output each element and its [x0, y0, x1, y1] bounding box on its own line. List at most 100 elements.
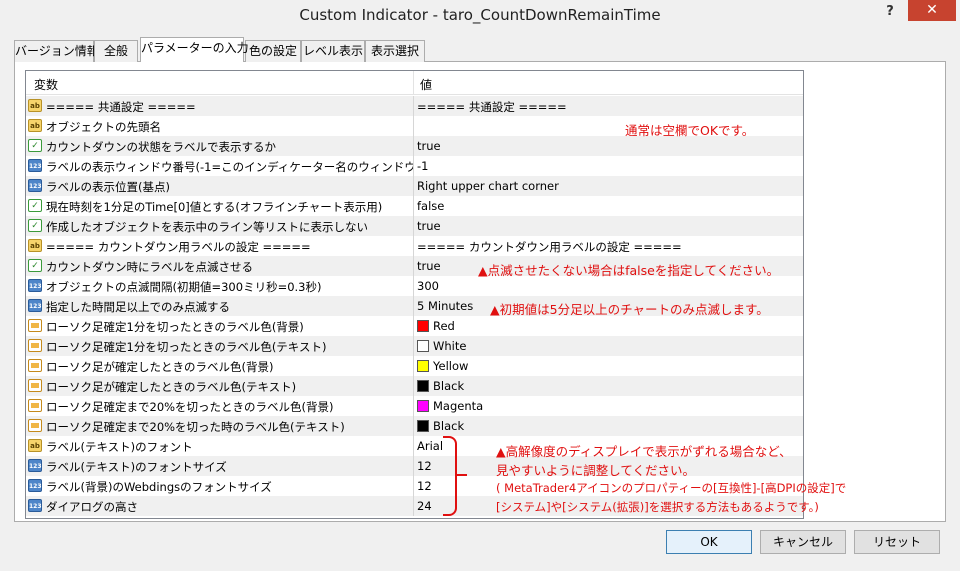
value-text[interactable]: 12	[417, 459, 432, 473]
value-text[interactable]: true	[417, 219, 441, 233]
number-type-icon: 123	[28, 479, 42, 492]
variable-cell: 123 ラベルの表示位置(基点)	[26, 176, 414, 196]
close-button[interactable]: ✕	[908, 0, 956, 21]
color-type-icon	[28, 399, 42, 412]
value-cell[interactable]: Black	[417, 416, 802, 436]
variable-label: ===== カウントダウン用ラベルの設定 =====	[46, 240, 311, 254]
value-cell[interactable]: ===== カウントダウン用ラベルの設定 =====	[417, 236, 802, 256]
value-text[interactable]: Magenta	[433, 399, 483, 413]
value-text[interactable]: Right upper chart corner	[417, 179, 559, 193]
table-row[interactable]: ローソク足確定まで20%を切った時のラベル色(テキスト) Black	[26, 416, 803, 436]
ok-button[interactable]: OK	[666, 530, 752, 554]
note-dpi-1: ▲高解像度のディスプレイで表示がずれる場合など、	[496, 444, 792, 459]
value-text[interactable]: Yellow	[433, 359, 468, 373]
table-row[interactable]: 123 オブジェクトの点滅間隔(初期値=300ミリ秒=0.3秒) 300	[26, 276, 803, 296]
note-dpi-4: [システム]や[システム(拡張)]を選択する方法もあるようです。)	[496, 500, 819, 514]
table-row[interactable]: ローソク足確定まで20%を切ったときのラベル色(背景) Magenta	[26, 396, 803, 416]
variable-label: ローソク足が確定したときのラベル色(背景)	[46, 360, 274, 374]
tab-parameters[interactable]: パラメーターの入力	[140, 37, 249, 62]
color-swatch[interactable]	[417, 380, 429, 392]
table-row[interactable]: ✓ 現在時刻を1分足のTime[0]値とする(オフラインチャート表示用) false	[26, 196, 803, 216]
table-row[interactable]: ✓ 作成したオブジェクトを表示中のライン等リストに表示しない true	[26, 216, 803, 236]
value-cell[interactable]: White	[417, 336, 802, 356]
value-text[interactable]: ===== カウントダウン用ラベルの設定 =====	[417, 239, 682, 255]
tab-levels[interactable]: レベル表示	[301, 40, 365, 62]
help-button[interactable]: ?	[876, 2, 904, 22]
title-bar: Custom Indicator - taro_CountDownRemainT…	[0, 0, 960, 32]
tab-visualization[interactable]: 表示選択	[365, 40, 425, 62]
value-cell[interactable]: true	[417, 136, 802, 156]
value-cell[interactable]: false	[417, 196, 802, 216]
color-swatch[interactable]	[417, 420, 429, 432]
window-title: Custom Indicator - taro_CountDownRemainT…	[299, 6, 661, 24]
value-cell[interactable]: ===== 共通設定 =====	[417, 96, 802, 116]
table-row[interactable]: ローソク足確定1分を切ったときのラベル色(背景) Red	[26, 316, 803, 336]
value-text[interactable]: Red	[433, 319, 455, 333]
value-cell[interactable]: 300	[417, 276, 802, 296]
table-row[interactable]: 123 ラベルの表示位置(基点) Right upper chart corner	[26, 176, 803, 196]
variable-cell: ab ===== カウントダウン用ラベルの設定 =====	[26, 236, 414, 256]
value-cell[interactable]: true	[417, 216, 802, 236]
value-text[interactable]: Arial	[417, 439, 443, 453]
color-swatch[interactable]	[417, 400, 429, 412]
color-swatch[interactable]	[417, 360, 429, 372]
variable-cell: 123 指定した時間足以上でのみ点滅する	[26, 296, 414, 316]
variable-cell: ab オブジェクトの先頭名	[26, 116, 414, 136]
value-text[interactable]: false	[417, 199, 444, 213]
number-type-icon: 123	[28, 499, 42, 512]
value-cell[interactable]: Yellow	[417, 356, 802, 376]
column-header-value[interactable]: 値	[420, 76, 432, 93]
value-text[interactable]: 300	[417, 279, 439, 293]
value-text[interactable]: ===== 共通設定 =====	[417, 99, 567, 115]
table-row[interactable]: ローソク足が確定したときのラベル色(テキスト) Black	[26, 376, 803, 396]
column-separator[interactable]	[413, 71, 414, 95]
value-cell[interactable]: Red	[417, 316, 802, 336]
table-row[interactable]: ✓ カウントダウンの状態をラベルで表示するか true	[26, 136, 803, 156]
color-type-icon	[28, 339, 42, 352]
tab-version-info[interactable]: バージョン情報	[14, 40, 99, 62]
variable-label: ラベル(テキスト)のフォントサイズ	[46, 460, 227, 474]
table-row[interactable]: 123 ラベルの表示ウィンドウ番号(-1=このインディケーター名のウィンドウ) -1	[26, 156, 803, 176]
value-cell[interactable]: Black	[417, 376, 802, 396]
value-text[interactable]: 12	[417, 479, 432, 493]
value-text[interactable]: true	[417, 139, 441, 153]
value-cell[interactable]: Magenta	[417, 396, 802, 416]
table-row[interactable]: ローソク足が確定したときのラベル色(背景) Yellow	[26, 356, 803, 376]
number-type-icon: 123	[28, 159, 42, 172]
column-header-variable[interactable]: 変数	[34, 76, 58, 93]
tab-colors[interactable]: 色の設定	[245, 40, 301, 62]
variable-cell: ローソク足が確定したときのラベル色(テキスト)	[26, 376, 414, 396]
cancel-button[interactable]: キャンセル	[760, 530, 846, 554]
variable-label: ローソク足確定まで20%を切った時のラベル色(テキスト)	[46, 420, 345, 434]
tab-general[interactable]: 全般	[94, 40, 138, 62]
variable-label: オブジェクトの点滅間隔(初期値=300ミリ秒=0.3秒)	[46, 280, 322, 294]
grid-header: 変数 値	[26, 71, 803, 95]
color-swatch[interactable]	[417, 340, 429, 352]
value-text[interactable]: true	[417, 259, 441, 273]
value-text[interactable]: 24	[417, 499, 432, 513]
table-row[interactable]: ローソク足確定1分を切ったときのラベル色(テキスト) White	[26, 336, 803, 356]
value-cell[interactable]: Right upper chart corner	[417, 176, 802, 196]
boolean-type-icon: ✓	[28, 139, 42, 152]
annotation-bracket	[443, 436, 457, 516]
variable-label: ローソク足確定1分を切ったときのラベル色(背景)	[46, 320, 304, 334]
variable-label: オブジェクトの先頭名	[46, 120, 161, 134]
color-swatch[interactable]	[417, 320, 429, 332]
variable-cell: ローソク足確定まで20%を切った時のラベル色(テキスト)	[26, 416, 414, 436]
variable-label: ラベル(背景)のWebdingsのフォントサイズ	[46, 480, 272, 494]
reset-button[interactable]: リセット	[854, 530, 940, 554]
value-cell[interactable]: -1	[417, 156, 802, 176]
value-text[interactable]: White	[433, 339, 466, 353]
variable-cell: ローソク足確定1分を切ったときのラベル色(テキスト)	[26, 336, 414, 356]
value-text[interactable]: -1	[417, 159, 428, 173]
note-blink: ▲点滅させたくない場合はfalseを指定してください。	[478, 263, 780, 278]
note-minutes: ▲初期値は5分足以上のチャートのみ点滅します。	[490, 302, 769, 317]
variable-label: ローソク足確定まで20%を切ったときのラベル色(背景)	[46, 400, 334, 414]
string-type-icon: ab	[28, 99, 42, 112]
value-text[interactable]: Black	[433, 419, 464, 433]
table-row[interactable]: ab ===== 共通設定 ===== ===== 共通設定 =====	[26, 96, 803, 116]
value-text[interactable]: 5 Minutes	[417, 299, 473, 313]
note-prefix: 通常は空欄でOKです。	[625, 123, 755, 138]
value-text[interactable]: Black	[433, 379, 464, 393]
table-row[interactable]: ab ===== カウントダウン用ラベルの設定 ===== ===== カウントダウ…	[26, 236, 803, 256]
